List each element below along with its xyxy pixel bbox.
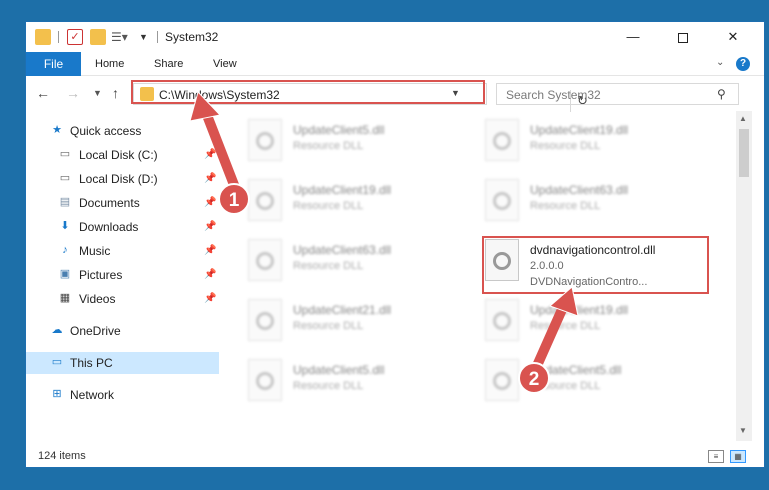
- step-1-badge: 1: [218, 183, 250, 215]
- arrow-2-shaft: [531, 300, 569, 373]
- step-2-badge: 2: [518, 362, 550, 394]
- arrow-1-shaft: [200, 105, 241, 195]
- arrow-1-head: [189, 91, 221, 122]
- annotation-arrows: [189, 91, 579, 373]
